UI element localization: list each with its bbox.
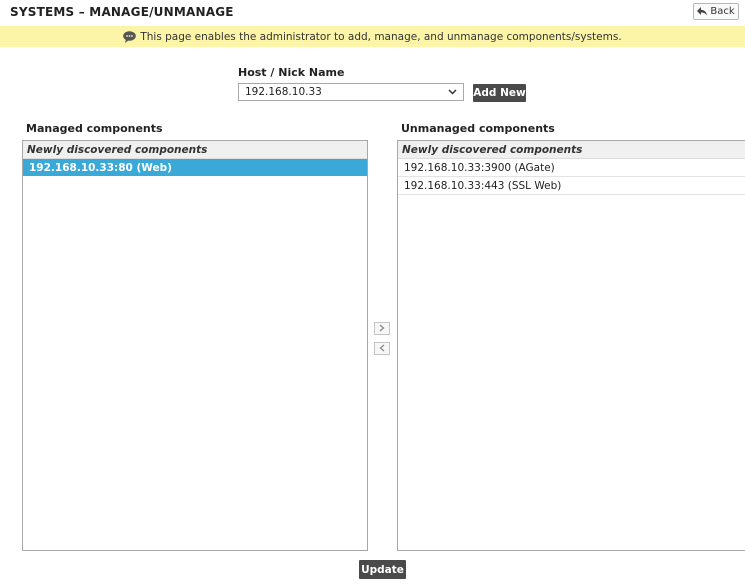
update-button[interactable]: Update bbox=[359, 560, 406, 579]
chevron-left-icon bbox=[379, 342, 385, 355]
host-select-value: 192.168.10.33 bbox=[245, 86, 322, 98]
chevron-down-icon bbox=[448, 87, 457, 99]
unmanaged-components-title: Unmanaged components bbox=[401, 122, 555, 135]
page-title: SYSTEMS – MANAGE/UNMANAGE bbox=[10, 5, 234, 19]
managed-components-title: Managed components bbox=[26, 122, 163, 135]
chevron-right-icon bbox=[379, 322, 385, 335]
managed-group-header: Newly discovered components bbox=[23, 141, 367, 159]
host-select[interactable]: 192.168.10.33 bbox=[238, 83, 464, 101]
list-item[interactable]: 192.168.10.33:443 (SSL Web) bbox=[398, 177, 745, 195]
back-button[interactable]: Back bbox=[693, 3, 739, 20]
info-banner: This page enables the administrator to a… bbox=[0, 26, 745, 47]
info-message: This page enables the administrator to a… bbox=[140, 30, 622, 43]
back-arrow-icon bbox=[697, 7, 708, 16]
list-item[interactable]: 192.168.10.33:3900 (AGate) bbox=[398, 159, 745, 177]
unmanaged-components-list[interactable]: Newly discovered components 192.168.10.3… bbox=[397, 140, 745, 551]
move-to-managed-button[interactable] bbox=[374, 342, 390, 355]
page-header: SYSTEMS – MANAGE/UNMANAGE Back bbox=[0, 0, 745, 24]
list-item[interactable]: 192.168.10.33:80 (Web) bbox=[23, 159, 367, 176]
managed-components-list[interactable]: Newly discovered components 192.168.10.3… bbox=[22, 140, 368, 551]
back-button-label: Back bbox=[710, 6, 735, 17]
move-to-unmanaged-button[interactable] bbox=[374, 322, 390, 335]
speech-bubble-icon bbox=[123, 30, 137, 43]
add-new-button[interactable]: Add New bbox=[473, 84, 526, 102]
host-label: Host / Nick Name bbox=[238, 66, 345, 79]
unmanaged-group-header: Newly discovered components bbox=[398, 141, 745, 159]
